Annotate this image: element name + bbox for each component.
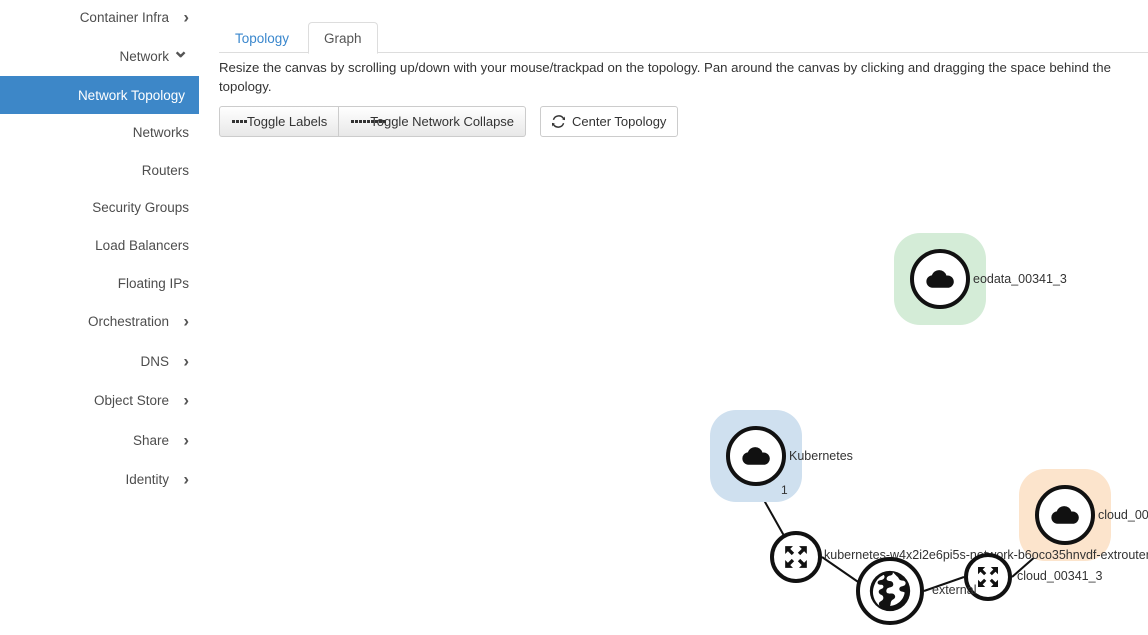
edge-count-label: 1 [781, 483, 788, 497]
sidebar-item-label: DNS [140, 353, 169, 369]
sidebar-item-share[interactable]: Share › [0, 421, 199, 459]
sidebar-item-dns[interactable]: DNS › [0, 342, 199, 380]
sidebar-item-routers[interactable]: Routers [0, 151, 199, 189]
external-network-node[interactable] [856, 557, 924, 625]
globe-icon [869, 570, 911, 612]
chevron-right-icon: › [183, 351, 189, 371]
sidebar-item-label: Networks [132, 124, 189, 140]
sidebar: Container Infra › Network ⌄ Network Topology… [0, 0, 199, 635]
network-node-label: eodata_00341_3 [973, 272, 1067, 286]
sidebar-item-label: Floating IPs [117, 275, 189, 291]
sidebar-item-floating-ips[interactable]: Floating IPs [0, 264, 199, 302]
sidebar-item-label: Routers [141, 162, 189, 178]
sidebar-item-network[interactable]: Network ⌄ [0, 37, 199, 75]
network-node-label: Kubernetes [789, 449, 853, 463]
network-node[interactable] [910, 249, 970, 309]
router-node-label: cloud_00341_3 [1017, 569, 1103, 583]
chevron-right-icon: › [183, 311, 189, 331]
cloud-icon [1051, 506, 1079, 524]
sidebar-item-networks[interactable]: Networks [0, 113, 199, 151]
main-content: Topology Graph Resize the canvas by scro… [199, 0, 1148, 635]
sidebar-item-label: Load Balancers [95, 237, 189, 253]
grid-3x3-icon [350, 120, 386, 124]
tab-topology-label: Topology [235, 30, 290, 46]
grid-2x2-icon [231, 120, 247, 124]
network-node[interactable] [1035, 485, 1095, 545]
chevron-right-icon: › [183, 469, 189, 489]
toggle-network-collapse-button[interactable]: Toggle Network Collapse [339, 106, 527, 137]
toggle-labels-label: Toggle Labels [247, 114, 328, 129]
router-node[interactable] [770, 531, 822, 583]
cloud-icon [742, 447, 770, 465]
toggle-button-group: Toggle Labels Toggle Network Collapse [219, 106, 527, 137]
sidebar-item-label: Identity [125, 471, 169, 487]
sidebar-item-label: Share [132, 432, 169, 448]
external-network-label: external [932, 583, 977, 597]
sidebar-item-object-store[interactable]: Object Store › [0, 381, 199, 419]
network-node-label: cloud_00341_3 [1098, 508, 1148, 522]
canvas-help-text: Resize the canvas by scrolling up/down w… [219, 60, 1111, 94]
sidebar-item-load-balancers[interactable]: Load Balancers [0, 226, 199, 264]
sidebar-item-network-topology[interactable]: Network Topology [0, 76, 199, 114]
chevron-right-icon: › [183, 430, 189, 450]
router-compress-arrows-icon [978, 567, 998, 587]
sidebar-item-identity[interactable]: Identity › [0, 460, 199, 498]
center-topology-label: Center Topology [572, 114, 667, 129]
network-node[interactable] [726, 426, 786, 486]
toggle-labels-button[interactable]: Toggle Labels [219, 106, 340, 137]
topology-tabs: Topology Graph [219, 22, 1148, 54]
refresh-icon [552, 115, 565, 128]
tab-graph[interactable]: Graph [308, 22, 378, 54]
center-topology-button[interactable]: Center Topology [540, 106, 679, 137]
sidebar-item-label: Object Store [93, 392, 169, 408]
sidebar-item-label: Security Groups [92, 199, 189, 215]
tab-topology[interactable]: Topology [219, 22, 305, 54]
chevron-down-icon: ⌄ [172, 40, 189, 62]
chevron-right-icon: › [183, 390, 189, 410]
router-compress-arrows-icon [785, 546, 807, 568]
topology-canvas[interactable]: eodata_00341_3Kubernetescloud_00341_3kub… [199, 150, 1148, 635]
sidebar-item-security-groups[interactable]: Security Groups [0, 188, 199, 226]
sidebar-item-label: Orchestration [87, 313, 169, 329]
network-topology-page: Container Infra › Network ⌄ Network Topology… [0, 0, 1148, 635]
sidebar-item-orchestration[interactable]: Orchestration › [0, 302, 199, 340]
sidebar-item-label: Network [119, 48, 169, 64]
sidebar-item-label: Network Topology [77, 87, 185, 103]
cloud-icon [926, 270, 954, 288]
toggle-network-collapse-label: Toggle Network Collapse [370, 114, 515, 129]
tab-graph-label: Graph [324, 30, 362, 46]
